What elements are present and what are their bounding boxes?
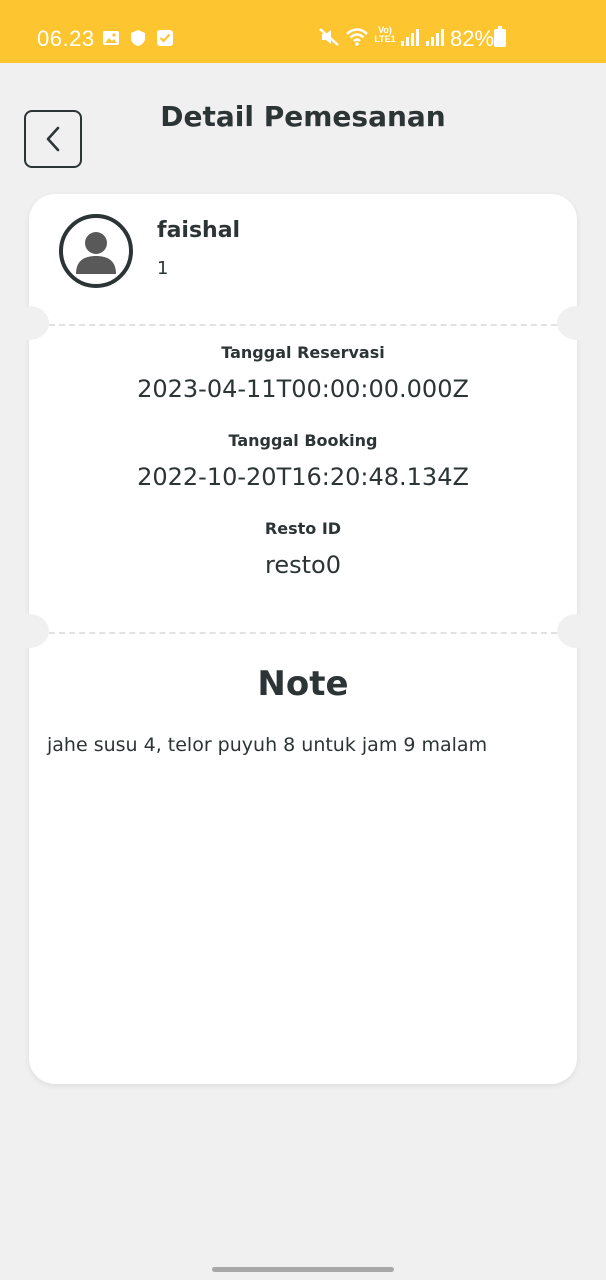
user-id: 1 bbox=[157, 258, 169, 279]
signal-icon bbox=[425, 27, 445, 53]
reservation-date-value: 2023-04-11T00:00:00.000Z bbox=[137, 375, 469, 403]
battery-percent: 82% bbox=[450, 26, 495, 51]
reservation-date-label: Tanggal Reservasi bbox=[221, 343, 385, 362]
note-text: jahe susu 4, telor puyuh 8 untuk jam 9 m… bbox=[47, 734, 488, 756]
wifi-icon bbox=[345, 27, 369, 53]
divider bbox=[49, 324, 557, 326]
divider bbox=[49, 632, 557, 634]
resto-id-label: Resto ID bbox=[264, 519, 342, 538]
battery-icon bbox=[494, 26, 506, 47]
note-title: Note bbox=[257, 664, 349, 704]
ticket-notch-right bbox=[557, 306, 597, 340]
page-title: Detail Pemesanan bbox=[0, 100, 606, 133]
ticket-notch-left bbox=[9, 614, 49, 648]
status-bar: 06.23 Vo) LTE1 82% bbox=[0, 0, 606, 63]
check-icon bbox=[156, 27, 174, 53]
user-name: faishal bbox=[157, 218, 241, 243]
ticket-notch-left bbox=[9, 306, 49, 340]
page-title-text: Detail Pemesanan bbox=[160, 100, 446, 133]
volte-label: Vo) LTE1 bbox=[374, 25, 396, 44]
ticket-notch-right bbox=[557, 614, 597, 648]
navigation-bar bbox=[0, 1258, 606, 1280]
booking-detail-card: faishal 1 Tanggal Reservasi 2023-04-11T0… bbox=[9, 194, 597, 1084]
mute-icon bbox=[318, 27, 340, 53]
booking-date-label: Tanggal Booking bbox=[228, 431, 378, 450]
avatar bbox=[59, 214, 133, 288]
gallery-icon bbox=[102, 27, 120, 53]
signal-icon bbox=[400, 27, 420, 53]
home-indicator[interactable] bbox=[212, 1267, 394, 1272]
user-icon bbox=[76, 232, 116, 274]
shield-icon bbox=[130, 27, 146, 53]
resto-id-value: resto0 bbox=[265, 551, 341, 579]
booking-date-value: 2022-10-20T16:20:48.134Z bbox=[137, 463, 469, 491]
status-time: 06.23 bbox=[37, 26, 95, 51]
